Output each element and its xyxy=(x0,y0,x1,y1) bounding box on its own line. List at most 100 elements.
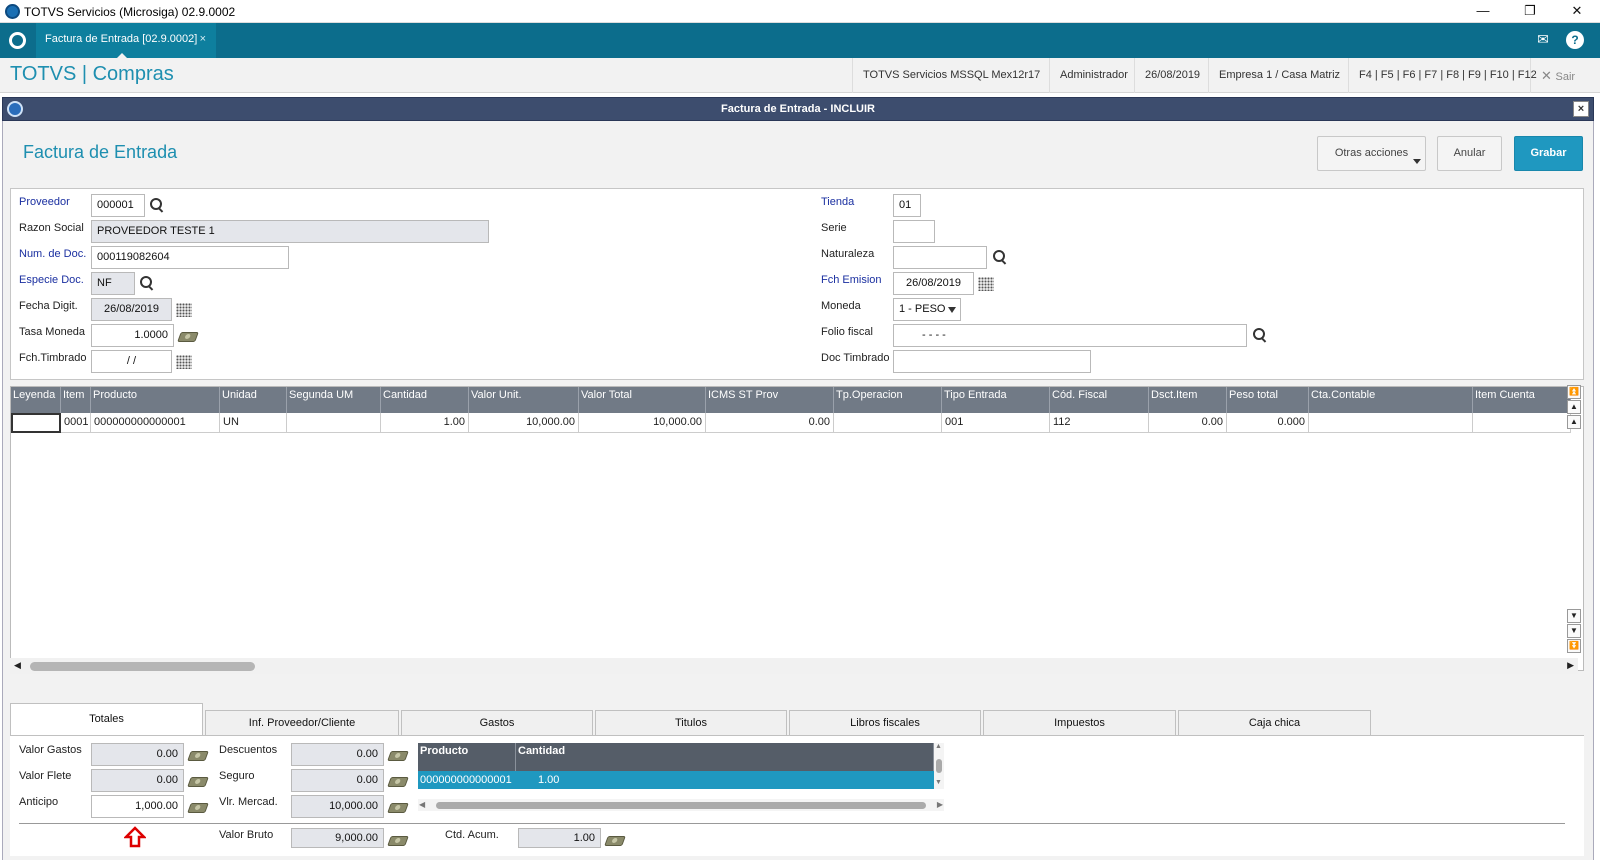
scroll-up-icon[interactable]: ▲ xyxy=(935,743,942,750)
calculator-icon[interactable] xyxy=(187,803,209,813)
scroll-page-down-icon[interactable]: ▼ xyxy=(1567,624,1581,638)
fecha-digit-field[interactable]: 26/08/2019 xyxy=(91,298,172,321)
grid-column-header[interactable]: Peso total xyxy=(1227,387,1309,413)
grid-column-header[interactable]: ICMS ST Prov xyxy=(706,387,834,413)
vlr-mercad-field[interactable]: 10,000.00 xyxy=(291,795,384,818)
scroll-down-icon[interactable]: ▼ xyxy=(1567,609,1581,623)
fch-emision-field[interactable]: 26/08/2019 xyxy=(893,272,974,295)
scroll-page-up-icon[interactable]: ▲ xyxy=(1567,400,1581,414)
grid-column-header[interactable]: Cta.Contable xyxy=(1309,387,1473,413)
dialog-close-button[interactable]: × xyxy=(1573,101,1589,117)
grid-column-header[interactable]: Dsct.Item xyxy=(1149,387,1227,413)
scroll-down-icon[interactable]: ▼ xyxy=(935,779,942,786)
scrollbar-thumb[interactable] xyxy=(936,759,942,773)
tasa-moneda-field[interactable]: 1.0000 xyxy=(91,324,174,347)
minigrid-vscrollbar[interactable]: ▲ ▼ xyxy=(934,743,944,789)
tab-factura-de-entrada[interactable]: Factura de Entrada [02.9.0002] × xyxy=(36,23,216,59)
moneda-select[interactable]: 1 - PESO xyxy=(893,298,961,321)
folder-tab[interactable]: Caja chica xyxy=(1178,710,1371,735)
serie-field[interactable] xyxy=(893,220,935,243)
calculator-icon[interactable] xyxy=(187,751,209,761)
folder-tab[interactable]: Titulos xyxy=(595,710,787,735)
scroll-up-icon[interactable]: ▲ xyxy=(1567,415,1581,429)
other-actions-button[interactable]: Otras acciones xyxy=(1317,136,1426,171)
grid-cell[interactable] xyxy=(11,413,61,433)
exit-button[interactable]: ✕ Sair xyxy=(1530,58,1585,93)
folder-tab[interactable]: Gastos xyxy=(401,710,593,735)
grid-cell[interactable]: 0.000 xyxy=(1227,413,1309,433)
razon-social-field[interactable]: PROVEEDOR TESTE 1 xyxy=(91,220,489,243)
grid-column-header[interactable]: Tipo Entrada xyxy=(942,387,1050,413)
grid-column-header[interactable]: Valor Total xyxy=(579,387,706,413)
table-row[interactable]: 0001 000000000000001 UN 1.00 10,000.00 10,000… xyxy=(11,413,1571,433)
cancel-button[interactable]: Anular xyxy=(1437,136,1502,171)
grid-cell[interactable]: 0.00 xyxy=(1149,413,1227,433)
grid-horizontal-scrollbar[interactable]: ◀ ▶ xyxy=(10,658,1578,674)
scroll-left-icon[interactable]: ◀ xyxy=(14,660,21,671)
scroll-right-icon[interactable]: ▶ xyxy=(1567,660,1574,671)
ctd-acum-field[interactable]: 1.00 xyxy=(518,828,601,848)
folder-tab[interactable]: Libros fiscales xyxy=(789,710,981,735)
scroll-top-icon[interactable]: ⏫ xyxy=(1567,385,1581,399)
calculator-icon[interactable] xyxy=(387,803,409,813)
calculator-icon[interactable] xyxy=(387,751,409,761)
scrollbar-thumb[interactable] xyxy=(436,802,926,809)
calculator-icon[interactable] xyxy=(177,332,199,342)
grid-column-header[interactable]: Cantidad xyxy=(381,387,469,413)
restore-button[interactable]: ❐ xyxy=(1507,0,1553,22)
grid-cell[interactable]: 10,000.00 xyxy=(469,413,579,433)
grid-cell[interactable] xyxy=(1473,413,1571,433)
totvs-logo-icon[interactable] xyxy=(9,32,26,49)
doc-timbrado-field[interactable] xyxy=(893,350,1091,373)
valor-flete-field[interactable]: 0.00 xyxy=(91,769,184,792)
calculator-icon[interactable] xyxy=(604,836,626,846)
grid-column-header[interactable]: Producto xyxy=(91,387,220,413)
grid-column-header[interactable]: Valor Unit. xyxy=(469,387,579,413)
folder-tab[interactable]: Totales xyxy=(10,703,203,736)
tienda-field[interactable]: 01 xyxy=(893,194,921,217)
calculator-icon[interactable] xyxy=(387,836,409,846)
naturaleza-field[interactable] xyxy=(893,246,987,269)
calendar-icon[interactable] xyxy=(176,303,192,317)
search-icon[interactable] xyxy=(1252,327,1268,343)
grid-cell[interactable]: 0.00 xyxy=(706,413,834,433)
folder-tab[interactable]: Inf. Proveedor/Cliente xyxy=(205,710,399,735)
scrollbar-thumb[interactable] xyxy=(30,662,255,671)
scroll-left-icon[interactable]: ◀ xyxy=(419,800,425,809)
grid-cell[interactable]: 0001 xyxy=(61,413,91,433)
grid-column-header[interactable]: Tp.Operacion xyxy=(834,387,942,413)
grid-cell[interactable]: 000000000000001 xyxy=(91,413,220,433)
grid-column-header[interactable]: Item xyxy=(61,387,91,413)
especie-doc-field[interactable]: NF xyxy=(91,272,135,295)
fch-timbrado-field[interactable]: / / xyxy=(91,350,172,373)
grid-cell[interactable]: UN xyxy=(220,413,287,433)
help-icon[interactable]: ? xyxy=(1566,31,1584,49)
grid-cell[interactable]: 112 xyxy=(1050,413,1149,433)
grid-column-header[interactable]: Cód. Fiscal xyxy=(1050,387,1149,413)
calculator-icon[interactable] xyxy=(387,777,409,787)
shortcuts-info[interactable]: F4 | F5 | F6 | F7 | F8 | F9 | F10 | F12 xyxy=(1348,58,1547,93)
minigrid-hscrollbar[interactable]: ◀ ▶ xyxy=(418,799,944,811)
minigrid-cell-producto[interactable]: 000000000000001 xyxy=(418,771,516,789)
search-icon[interactable] xyxy=(139,275,155,291)
grid-cell[interactable] xyxy=(1309,413,1473,433)
valor-bruto-field[interactable]: 9,000.00 xyxy=(291,828,384,848)
grid-column-header[interactable]: Item Cuenta xyxy=(1473,387,1571,413)
close-window-button[interactable]: ✕ xyxy=(1554,0,1600,22)
minigrid-cell-cantidad[interactable]: 1.00 xyxy=(516,771,934,789)
search-icon[interactable] xyxy=(149,197,165,213)
save-button[interactable]: Grabar xyxy=(1514,136,1583,171)
grid-cell[interactable] xyxy=(834,413,942,433)
mail-icon[interactable]: ✉ xyxy=(1528,31,1558,51)
scroll-right-icon[interactable]: ▶ xyxy=(937,800,943,809)
folder-tab[interactable]: Impuestos xyxy=(983,710,1176,735)
scroll-bottom-icon[interactable]: ⏬ xyxy=(1567,639,1581,653)
grid-cell[interactable] xyxy=(287,413,381,433)
grid-column-header[interactable]: Leyenda xyxy=(11,387,61,413)
num-doc-field[interactable]: 000119082604 xyxy=(91,246,289,269)
anticipo-field[interactable]: 1,000.00 xyxy=(91,795,184,818)
calculator-icon[interactable] xyxy=(187,777,209,787)
grid-cell[interactable]: 001 xyxy=(942,413,1050,433)
folio-fiscal-field[interactable]: - - - - xyxy=(893,324,1247,347)
calendar-icon[interactable] xyxy=(176,355,192,369)
